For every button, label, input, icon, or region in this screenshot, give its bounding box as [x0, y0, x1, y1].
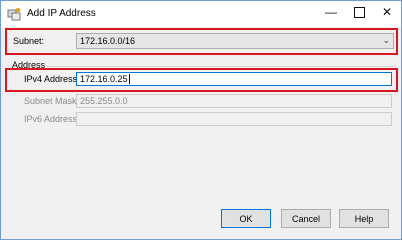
minimize-button[interactable]: —: [317, 1, 345, 23]
ipv4-address-value: 172.16.0.25: [80, 74, 130, 84]
window-title: Add IP Address: [27, 8, 96, 19]
ipv6-address-input: [76, 112, 392, 126]
close-button[interactable]: ✕: [373, 1, 401, 23]
ipv4-address-input[interactable]: 172.16.0.25: [76, 72, 392, 86]
ipv4-label: IPv4 Address:: [24, 74, 80, 84]
subnet-mask-input: 255.255.0.0: [76, 94, 392, 108]
subnet-value: 172.16.0.0/16: [80, 36, 136, 46]
maximize-icon: [353, 6, 365, 18]
ok-button[interactable]: OK: [221, 209, 271, 228]
minimize-icon: —: [325, 5, 337, 19]
help-button[interactable]: Help: [339, 209, 389, 228]
subnet-dropdown[interactable]: 172.16.0.0/16 ⌄: [76, 33, 394, 49]
subnet-label: Subnet:: [13, 36, 45, 46]
subnet-mask-label: Subnet Mask: [24, 96, 77, 106]
app-icon: [7, 7, 21, 21]
chevron-down-icon: ⌄: [382, 35, 390, 45]
add-ip-address-dialog: Add IP Address — ✕ Subnet: 172.16.0.0/16…: [0, 0, 402, 240]
address-group-border: [11, 66, 395, 67]
subnet-mask-value: 255.255.0.0: [80, 96, 128, 106]
ipv6-label: IPv6 Address: [24, 114, 78, 124]
cancel-button[interactable]: Cancel: [281, 209, 331, 228]
title-bar[interactable]: Add IP Address — ✕: [1, 1, 401, 27]
close-icon: ✕: [381, 5, 393, 19]
maximize-button[interactable]: [345, 1, 373, 23]
